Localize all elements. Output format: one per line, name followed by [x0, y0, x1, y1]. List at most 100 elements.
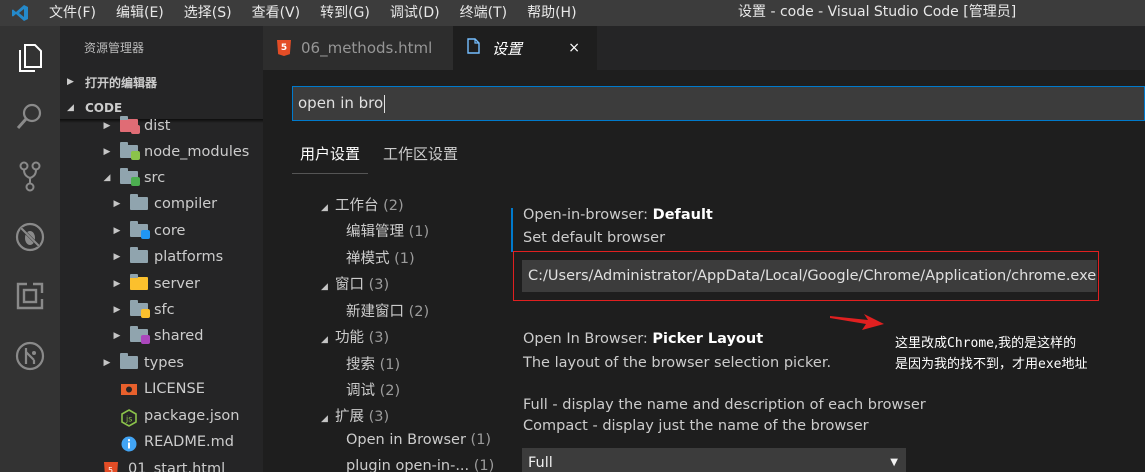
svg-text:5: 5 — [108, 466, 113, 472]
toc-item-workbench[interactable]: ◢ 工作台 (2) — [321, 194, 404, 215]
setting-picker-layout-description: The layout of the browser selection pick… — [523, 355, 832, 371]
tree-item-label: core — [154, 223, 186, 239]
tree-item-shared[interactable]: ▶ shared — [110, 323, 203, 349]
tree-item-package-json[interactable]: js package.json — [100, 403, 239, 429]
red-arrow-icon — [830, 314, 884, 330]
license-icon — [120, 382, 138, 396]
tree-item-start-html[interactable]: 5 01_start.html — [84, 456, 225, 472]
chevron-down-icon: ◢ — [321, 335, 328, 345]
tree-item-label: node_modules — [144, 144, 250, 160]
file-icon — [467, 38, 480, 58]
tab-user-settings[interactable]: 用户设置 — [291, 143, 369, 174]
open-editors-section[interactable]: ▶ 打开的编辑器 — [60, 71, 263, 93]
highlight-box — [513, 251, 1099, 301]
tree-item-dist[interactable]: ▶ dist — [100, 113, 170, 139]
toc-item-debug[interactable]: 调试 (2) — [346, 379, 400, 400]
chevron-right-icon: ▶ — [103, 358, 111, 368]
open-editors-label: 打开的编辑器 — [85, 75, 158, 90]
toc-item-extensions[interactable]: ◢ 扩展 (3) — [321, 405, 389, 426]
menu-go[interactable]: 转到(G) — [311, 0, 381, 26]
tab-workspace-settings[interactable]: 工作区设置 — [383, 143, 458, 164]
toc-item-features[interactable]: ◢ 功能 (3) — [321, 326, 389, 347]
tree-item-server[interactable]: ▶ server — [110, 271, 200, 297]
title-bar: 文件(F) 编辑(E) 选择(S) 查看(V) 转到(G) 调试(D) 终端(T… — [0, 0, 1145, 26]
toc-item-open-in-browser[interactable]: Open in Browser (1) — [346, 432, 491, 448]
tree-item-label: dist — [144, 118, 171, 134]
toc-item-window[interactable]: ◢ 窗口 (3) — [321, 273, 389, 294]
tree-item-label: README.md — [144, 434, 234, 450]
tree-item-readme[interactable]: README.md — [100, 429, 234, 455]
tree-item-label: sfc — [154, 302, 175, 318]
menu-help[interactable]: 帮助(H) — [518, 0, 587, 26]
setting-default-browser-title: Open-in-browser: Default — [523, 207, 713, 223]
chevron-right-icon: ▶ — [103, 121, 111, 131]
folder-server-icon — [130, 274, 148, 291]
tree-item-sfc[interactable]: ▶ sfc — [110, 297, 175, 323]
toc-item-search[interactable]: 搜索 (1) — [346, 353, 400, 374]
tree-item-label: 01_start.html — [128, 461, 226, 472]
tree-item-core[interactable]: ▶ core — [110, 218, 185, 244]
menu-view[interactable]: 查看(V) — [243, 0, 312, 26]
menu-terminal[interactable]: 终端(T) — [451, 0, 518, 26]
explorer-title: 资源管理器 — [84, 41, 145, 55]
tree-item-platforms[interactable]: ▶ platforms — [110, 244, 223, 270]
info-icon — [120, 435, 138, 452]
settings-editor: open in bro 用户设置 工作区设置 ◢ 工作台 (2) 编辑管理 (1)… — [263, 70, 1145, 472]
tree-item-label: types — [144, 355, 184, 371]
tree-item-license[interactable]: LICENSE — [100, 376, 205, 402]
tree-item-label: src — [144, 170, 166, 186]
close-icon[interactable]: × — [568, 40, 580, 56]
editor-tabs: 5 06_methods.html 设置 × — [263, 26, 1145, 70]
tree-item-label: shared — [154, 328, 204, 344]
tab-methods-html[interactable]: 5 06_methods.html — [263, 26, 453, 70]
debug-icon[interactable] — [12, 219, 48, 255]
chevron-right-icon: ▶ — [113, 226, 121, 236]
settings-search-input[interactable]: open in bro — [292, 86, 1145, 121]
tab-label: 设置 — [492, 39, 523, 58]
extensions-icon[interactable] — [12, 278, 48, 314]
menu-debug[interactable]: 调试(D) — [381, 0, 451, 26]
folder-core-icon — [130, 221, 150, 239]
chevron-down-icon: ▼ — [890, 457, 898, 468]
activity-bar — [0, 26, 60, 472]
chevron-down-icon: ◢ — [321, 282, 328, 292]
toc-item-new-window[interactable]: 新建窗口 (2) — [346, 300, 429, 321]
tab-settings[interactable]: 设置 × — [453, 26, 597, 70]
toc-item-zen-mode[interactable]: 禅模式 (1) — [346, 247, 415, 268]
explorer-icon[interactable] — [12, 40, 48, 76]
tree-item-types[interactable]: ▶ types — [100, 350, 184, 376]
picker-layout-select[interactable]: Full ▼ — [522, 448, 906, 472]
toc-item-plugin-open-in[interactable]: plugin open-in-... (1) — [346, 458, 494, 472]
menu-file[interactable]: 文件(F) — [40, 0, 107, 26]
picker-option-compact-description: Compact - display just the name of the b… — [523, 418, 869, 434]
chevron-right-icon: ▶ — [103, 147, 111, 157]
folder-icon — [130, 247, 148, 264]
window-title: 设置 - code - Visual Studio Code [管理员] — [738, 4, 1017, 20]
annotation-line-1: 这里改成Chrome,我的是这样的 — [895, 336, 1077, 351]
folder-node-icon — [120, 142, 140, 160]
tree-item-src[interactable]: ◢ src — [100, 165, 165, 191]
chevron-right-icon: ▶ — [113, 199, 121, 209]
menu-selection[interactable]: 选择(S) — [175, 0, 243, 26]
setting-picker-layout-title: Open In Browser: Picker Layout — [523, 331, 764, 347]
toc-item-editor-management[interactable]: 编辑管理 (1) — [346, 220, 429, 241]
picker-option-full-description: Full - display the name and description … — [523, 397, 926, 413]
svg-text:js: js — [125, 415, 132, 424]
chevron-right-icon: ▶ — [113, 305, 121, 315]
tree-item-label: compiler — [154, 196, 218, 212]
chevron-down-icon: ◢ — [67, 103, 74, 113]
chevron-down-icon: ◢ — [321, 414, 328, 424]
search-icon[interactable] — [12, 98, 48, 134]
annotation-line-2: 是因为我的找不到，才用exe地址 — [895, 357, 1088, 372]
folder-icon — [130, 194, 148, 211]
tree-item-compiler[interactable]: ▶ compiler — [110, 191, 217, 217]
tree-item-node-modules[interactable]: ▶ node_modules — [100, 139, 249, 165]
menu-edit[interactable]: 编辑(E) — [107, 0, 175, 26]
tab-label: 06_methods.html — [301, 39, 433, 57]
remote-icon[interactable] — [12, 338, 48, 374]
text-caret — [384, 94, 386, 113]
tree-item-label: platforms — [154, 249, 224, 265]
folder-shared-icon — [130, 326, 150, 344]
vscode-logo-icon — [0, 0, 40, 26]
source-control-icon[interactable] — [12, 158, 48, 194]
